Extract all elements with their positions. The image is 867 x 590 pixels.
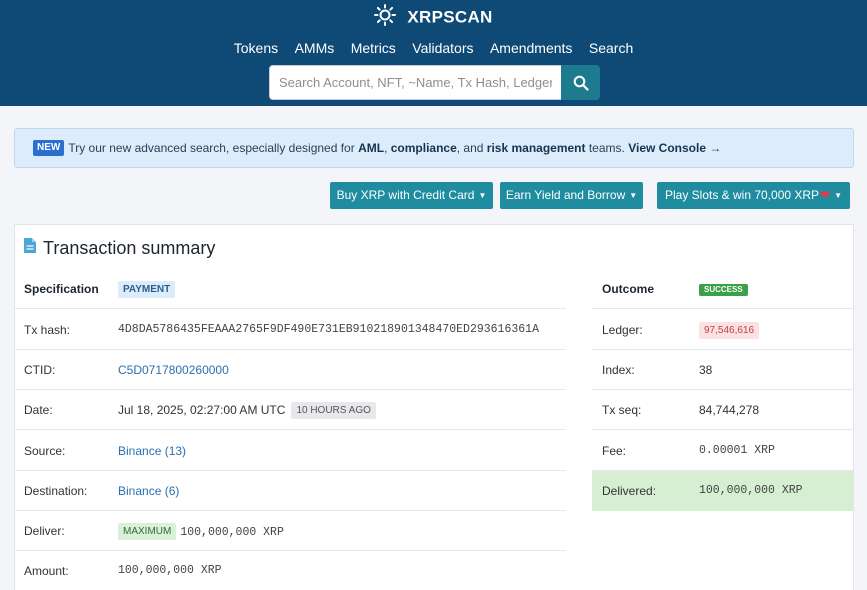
card-title-text: Transaction summary	[43, 237, 216, 258]
fee-label: Fee:	[602, 444, 627, 458]
search-button[interactable]	[561, 65, 600, 100]
card-title: Transaction summary	[23, 237, 215, 259]
outcome-label: Outcome	[602, 282, 655, 296]
sun-logo-icon	[374, 4, 397, 31]
tx-seq-label: Tx seq:	[602, 403, 642, 417]
source-link[interactable]: Binance (13)	[118, 431, 186, 470]
nav-metrics[interactable]: Metrics	[351, 40, 396, 56]
row-ctid: CTID: C5D0717800260000	[15, 350, 566, 390]
deliver-value: 100,000,000 XRP	[180, 526, 284, 539]
tx-seq-value: 84,744,278	[699, 403, 760, 417]
row-delivered: Delivered: 100,000,000 XRP	[592, 471, 853, 511]
amount-value: 100,000,000 XRP	[118, 564, 222, 577]
promo-banner: NEW Try our new advanced search, especial…	[14, 128, 854, 168]
ctid-link[interactable]: C5D0717800260000	[118, 350, 229, 389]
specification-label: Specification	[24, 282, 99, 296]
caret-down-icon: ▼	[834, 191, 843, 201]
row-outcome: Outcome SUCCESS	[592, 269, 853, 309]
heart-icon: ❤	[820, 188, 831, 202]
index-label: Index:	[602, 363, 635, 377]
tx-hash-value: 4D8DA5786435FEAAA2765F9DF490E731EB910218…	[118, 323, 539, 336]
nav-search[interactable]: Search	[589, 40, 633, 56]
source-label: Source:	[24, 444, 66, 458]
brand-name: XRPSCAN	[407, 7, 493, 27]
row-ledger: Ledger: 97,546,616	[592, 310, 853, 350]
delivered-value: 100,000,000 XRP	[699, 484, 803, 497]
fee-value: 0.00001 XRP	[699, 444, 775, 457]
search-icon	[573, 75, 589, 91]
search-bar	[269, 65, 600, 100]
banner-separator: , and	[456, 141, 487, 155]
search-input[interactable]	[269, 65, 561, 100]
row-tx-seq: Tx seq: 84,744,278	[592, 390, 853, 430]
nav-amendments[interactable]: Amendments	[490, 40, 572, 56]
row-destination: Destination: Binance (6)	[15, 471, 566, 511]
index-value: 38	[699, 363, 713, 377]
play-slots-button[interactable]: Play Slots & win 70,000 XRP❤ ▼	[657, 182, 850, 209]
banner-aml: AML	[358, 141, 385, 155]
view-console-link[interactable]: View Console	[628, 141, 706, 155]
destination-link[interactable]: Binance (6)	[118, 471, 179, 510]
nav-tokens[interactable]: Tokens	[234, 40, 278, 56]
date-label: Date:	[24, 403, 53, 417]
caret-down-icon: ▼	[478, 191, 487, 201]
earn-yield-button[interactable]: Earn Yield and Borrow ▼	[500, 182, 643, 209]
document-icon	[23, 237, 37, 259]
maximum-badge: MAXIMUM	[118, 523, 177, 541]
caret-down-icon: ▼	[629, 191, 638, 201]
banner-separator: teams.	[585, 141, 629, 155]
specification-badge: PAYMENT	[118, 281, 176, 299]
tx-hash-label: Tx hash:	[24, 323, 71, 337]
row-fee: Fee: 0.00001 XRP	[592, 431, 853, 471]
row-tx-hash: Tx hash: 4D8DA5786435FEAAA2765F9DF490E73…	[15, 310, 566, 350]
ctid-label: CTID:	[24, 363, 56, 377]
site-header: XRPSCAN Tokens AMMs Metrics Validators A…	[0, 0, 867, 106]
buy-xrp-button[interactable]: Buy XRP with Credit Card ▼	[330, 182, 493, 209]
success-badge: SUCCESS	[699, 283, 748, 296]
deliver-label: Deliver:	[24, 524, 65, 538]
arrow-right-icon: →	[709, 141, 722, 155]
nav-validators[interactable]: Validators	[412, 40, 473, 56]
play-slots-label: Play Slots & win 70,000 XRP	[664, 188, 820, 202]
nav-amms[interactable]: AMMs	[295, 40, 335, 56]
row-date: Date: Jul 18, 2025, 02:27:00 AM UTC 10 HO…	[15, 390, 566, 430]
main-nav: Tokens AMMs Metrics Validators Amendment…	[0, 40, 867, 58]
earn-yield-label: Earn Yield and Borrow	[505, 188, 626, 202]
banner-compliance: compliance	[390, 141, 457, 155]
brand[interactable]: XRPSCAN	[0, 4, 867, 31]
row-deliver: Deliver: MAXIMUM 100,000,000 XRP	[15, 511, 566, 551]
row-amount: Amount: 100,000,000 XRP	[15, 551, 566, 590]
amount-label: Amount:	[24, 564, 69, 578]
row-index: Index: 38	[592, 350, 853, 390]
new-badge: NEW	[33, 139, 65, 156]
row-source: Source: Binance (13)	[15, 431, 566, 471]
banner-risk: risk management	[486, 141, 586, 155]
delivered-label: Delivered:	[602, 484, 657, 498]
ledger-label: Ledger:	[602, 323, 643, 337]
ledger-link[interactable]: 97,546,616	[699, 322, 760, 340]
destination-label: Destination:	[24, 484, 88, 498]
buy-xrp-label: Buy XRP with Credit Card	[336, 188, 475, 202]
date-value: Jul 18, 2025, 02:27:00 AM UTC	[118, 403, 286, 417]
banner-text: Try our new advanced search, especially …	[68, 141, 359, 155]
row-specification: Specification PAYMENT	[15, 269, 566, 309]
transaction-summary-card: Transaction summary Specification PAYMEN…	[14, 224, 854, 590]
banner-separator: ,	[384, 141, 391, 155]
time-ago-badge: 10 HOURS AGO	[291, 402, 376, 420]
